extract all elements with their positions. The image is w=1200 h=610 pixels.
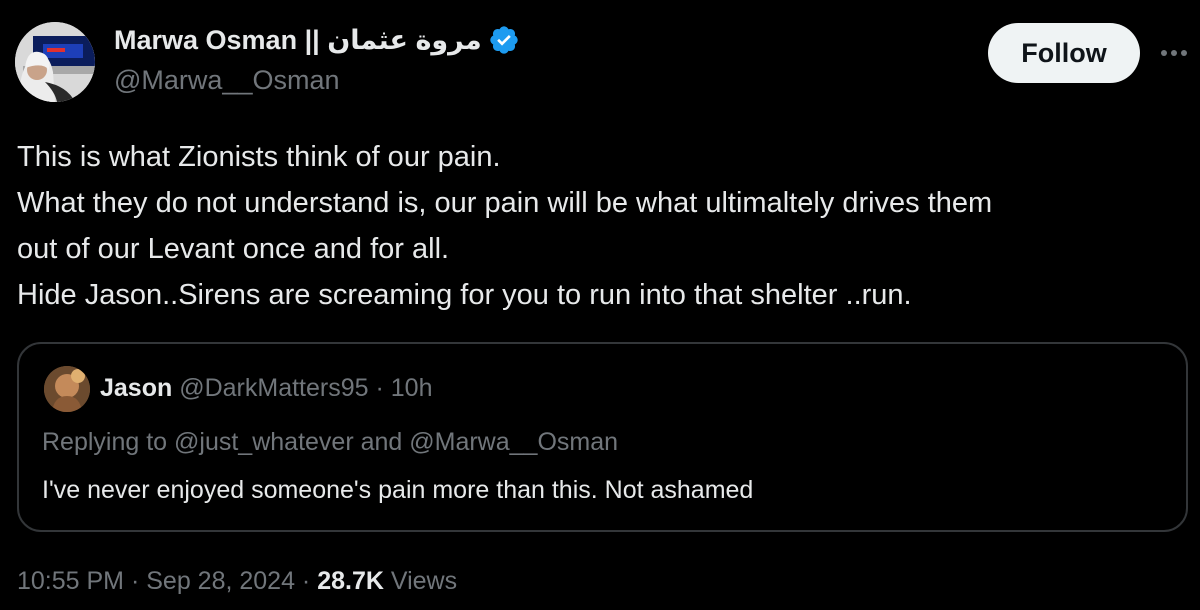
quoted-header: Jason @DarkMatters95 · 10h (100, 374, 432, 403)
quoted-tweet-card[interactable]: Jason @DarkMatters95 · 10h Replying to @… (17, 342, 1188, 532)
tweet-date[interactable]: Sep 28, 2024 (146, 567, 295, 595)
more-horizontal-icon (1161, 50, 1187, 56)
quoted-handle-text[interactable]: @DarkMatters95 (179, 374, 368, 402)
tweet-text-line: What they do not understand is, our pain… (17, 187, 993, 219)
tweet-text-line: out of our Levant once and for all. (17, 233, 450, 265)
author-handle[interactable]: @Marwa__Osman (114, 65, 339, 96)
tweet-text: This is what Zionists think of our pain.… (17, 134, 1192, 318)
views-count: 28.7K (317, 567, 384, 595)
author-avatar[interactable] (15, 22, 95, 102)
quoted-tweet-text: I've never enjoyed someone's pain more t… (42, 476, 754, 504)
more-options-button[interactable] (1156, 38, 1192, 68)
quoted-separator: · (368, 374, 391, 402)
follow-button[interactable]: Follow (988, 23, 1140, 83)
tweet-text-line: This is what Zionists think of our pain. (17, 141, 501, 173)
footer-separator: · (124, 567, 147, 595)
tweet: Marwa Osman || مروة عثمان @Marwa__Osman … (0, 0, 1200, 610)
tweet-text-line: Hide Jason..Sirens are screaming for you… (17, 279, 912, 311)
author-name-row[interactable]: Marwa Osman || مروة عثمان (114, 24, 520, 56)
tweet-footer: 10:55 PM · Sep 28, 2024 · 28.7K Views (17, 567, 457, 596)
quoted-author-handle: @DarkMatters95 (179, 374, 368, 402)
views-label: Views (390, 567, 458, 595)
tweet-time[interactable]: 10:55 PM (17, 567, 124, 595)
quoted-time[interactable]: 10h (391, 374, 433, 402)
quoted-author-avatar[interactable] (44, 366, 90, 412)
author-name[interactable]: Marwa Osman || مروة عثمان (114, 25, 482, 56)
footer-separator: · (294, 567, 318, 595)
verified-badge-icon (488, 24, 520, 56)
quoted-author-name[interactable]: Jason (100, 374, 172, 402)
quoted-replying-to: Replying to @just_whatever and @Marwa__O… (42, 428, 619, 456)
